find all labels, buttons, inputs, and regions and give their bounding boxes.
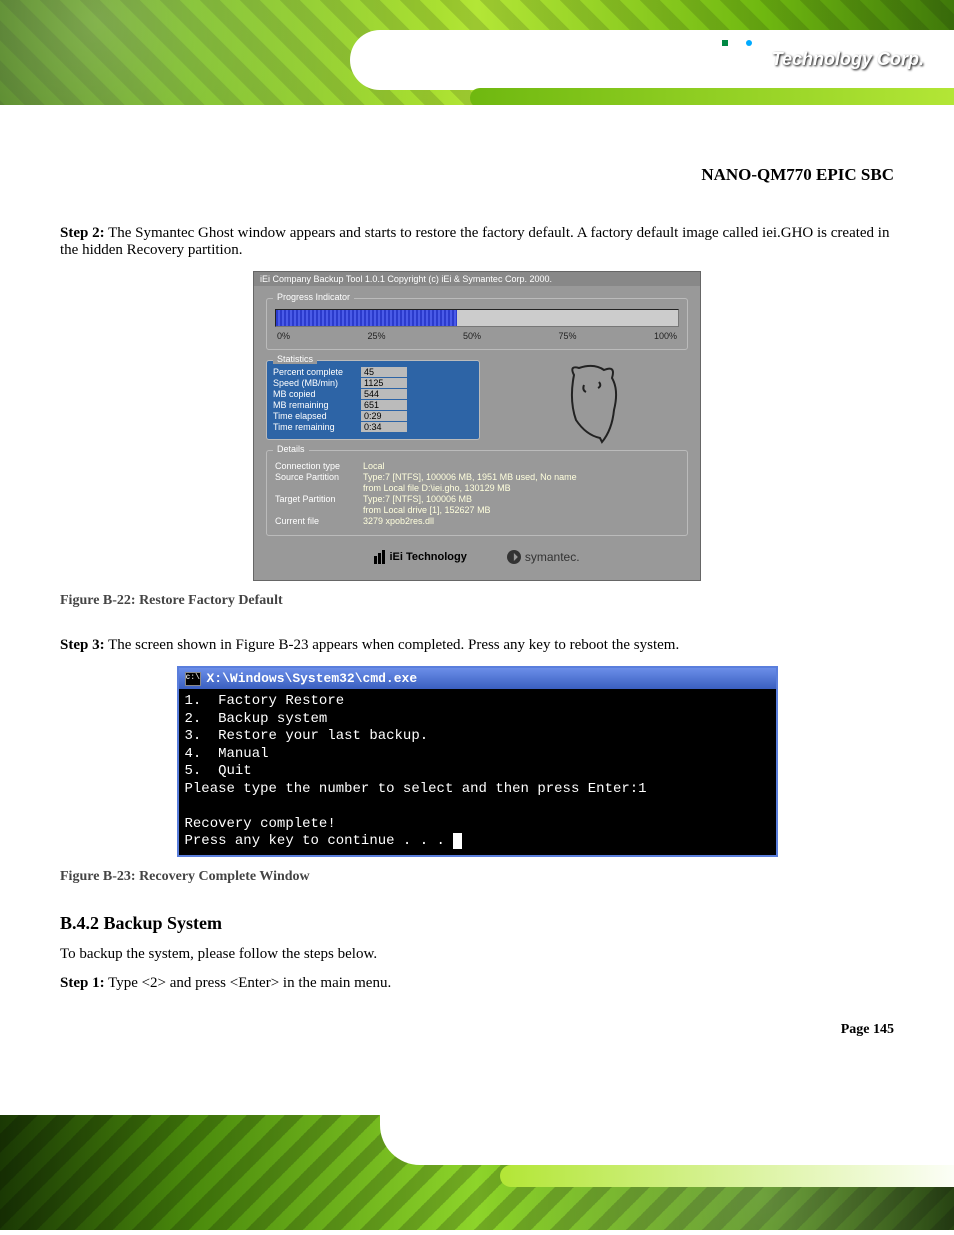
ghost-title-bar: iEi Company Backup Tool 1.0.1 Copyright …	[254, 272, 700, 286]
product-name: NANO-QM770 EPIC SBC	[60, 165, 894, 185]
stat-val: 45	[361, 367, 407, 377]
section-text: To backup the system, please follow the …	[60, 946, 894, 963]
progress-group: Progress Indicator 0% 25% 50% 75% 100%	[266, 298, 688, 350]
tick: 50%	[463, 331, 481, 341]
stat-key: MB remaining	[273, 400, 361, 410]
detail-key	[275, 483, 363, 493]
step-text: The screen shown in Figure B-23 appears …	[108, 637, 679, 653]
progress-ticks: 0% 25% 50% 75% 100%	[275, 331, 679, 341]
registered-mark: ®	[758, 54, 765, 65]
figure-caption-23: Figure B-23: Recovery Complete Window	[60, 869, 894, 885]
step-3: Step 3: The screen shown in Figure B-23 …	[60, 637, 894, 654]
section-heading: B.4.2 Backup System	[60, 913, 894, 934]
step-text: The Symantec Ghost window appears and st…	[60, 225, 889, 258]
stat-key: Percent complete	[273, 367, 361, 377]
footer-banner	[0, 1115, 954, 1230]
stat-key: MB copied	[273, 389, 361, 399]
header-banner: ® Technology Corp.	[0, 0, 954, 105]
page-content: NANO-QM770 EPIC SBC Step 2: The Symantec…	[0, 105, 954, 1115]
brand-logo: ® Technology Corp.	[722, 40, 924, 78]
step-label: Step 1:	[60, 975, 105, 991]
cmd-title-bar: c:\ X:\Windows\System32\cmd.exe	[179, 668, 776, 689]
progress-label: Progress Indicator	[273, 292, 354, 302]
iei-footer-brand: iEi Technology	[374, 550, 466, 564]
progress-fill	[276, 310, 457, 326]
cmd-output: 1. Factory Restore 2. Backup system 3. R…	[185, 693, 647, 849]
footer-curve	[380, 1115, 954, 1165]
logo-mark-icon	[722, 40, 752, 78]
iei-mark-icon	[374, 550, 385, 564]
tick: 0%	[277, 331, 290, 341]
backup-step-1: Step 1: Type <2> and press <Enter> in th…	[60, 975, 894, 992]
stat-val: 1125	[361, 378, 407, 388]
stat-key: Time elapsed	[273, 411, 361, 421]
ghost-icon	[554, 360, 634, 450]
detail-val: Local	[363, 461, 385, 471]
figure-caption-22: Figure B-22: Restore Factory Default	[60, 593, 894, 609]
footer-curve-accent	[500, 1165, 954, 1187]
detail-key	[275, 505, 363, 515]
progress-bar	[275, 309, 679, 327]
cmd-icon: c:\	[185, 672, 201, 686]
statistics-group: Statistics Percent complete45 Speed (MB/…	[266, 360, 480, 440]
ghost-footer: iEi Technology symantec.	[266, 546, 688, 568]
stats-label: Statistics	[273, 354, 317, 364]
detail-val: 3279 xpob2res.dll	[363, 516, 434, 526]
stat-val: 0:29	[361, 411, 407, 421]
step-text: Type <2> and press <Enter> in the main m…	[108, 975, 391, 991]
stat-val: 544	[361, 389, 407, 399]
stat-key: Time remaining	[273, 422, 361, 432]
cursor-icon: _	[453, 833, 461, 849]
step-2: Step 2: The Symantec Ghost window appear…	[60, 225, 894, 259]
cmd-window: c:\ X:\Windows\System32\cmd.exe 1. Facto…	[177, 666, 778, 857]
symantec-icon	[507, 550, 521, 564]
detail-key: Current file	[275, 516, 363, 526]
section-title: Backup System	[104, 913, 223, 933]
detail-key: Source Partition	[275, 472, 363, 482]
tick: 75%	[558, 331, 576, 341]
detail-val: from Local drive [1], 152627 MB	[363, 505, 491, 515]
page-number: Page 145	[60, 1022, 894, 1038]
cmd-body: 1. Factory Restore 2. Backup system 3. R…	[179, 689, 776, 855]
details-label: Details	[273, 444, 309, 454]
detail-key: Connection type	[275, 461, 363, 471]
tick: 100%	[654, 331, 677, 341]
step-label: Step 2:	[60, 225, 105, 241]
detail-val: Type:7 [NTFS], 100006 MB	[363, 494, 472, 504]
cmd-title-text: X:\Windows\System32\cmd.exe	[207, 671, 418, 686]
symantec-text: symantec.	[525, 550, 580, 564]
stat-val: 651	[361, 400, 407, 410]
brand-text: Technology Corp.	[772, 49, 924, 70]
symantec-footer-brand: symantec.	[507, 550, 580, 564]
step-label: Step 3:	[60, 637, 105, 653]
ghost-window: iEi Company Backup Tool 1.0.1 Copyright …	[253, 271, 701, 581]
detail-val: from Local file D:\iei.gho, 130129 MB	[363, 483, 511, 493]
detail-val: Type:7 [NTFS], 100006 MB, 1951 MB used, …	[363, 472, 577, 482]
stat-val: 0:34	[361, 422, 407, 432]
stat-key: Speed (MB/min)	[273, 378, 361, 388]
section-number: B.4.2	[60, 913, 99, 933]
iei-footer-text: iEi Technology	[389, 551, 466, 563]
tick: 25%	[367, 331, 385, 341]
header-curve-accent	[470, 88, 954, 105]
details-group: Details Connection typeLocal Source Part…	[266, 450, 688, 536]
detail-key: Target Partition	[275, 494, 363, 504]
